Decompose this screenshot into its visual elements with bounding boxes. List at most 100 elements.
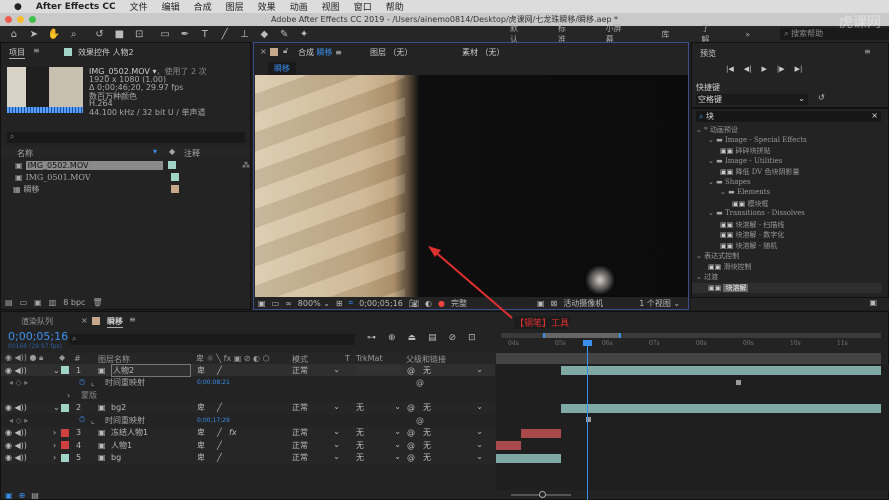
layer-name[interactable]: bg [111,453,121,462]
work-area-bar[interactable] [501,333,881,338]
settings-icon[interactable]: ▥ [49,298,57,307]
rectangle-icon[interactable]: ▭ [159,29,171,40]
menu-file[interactable]: 文件 [130,0,148,13]
tree-folder[interactable]: ⌄ ▬ Transitions - Dissolves [708,209,805,217]
first-frame-icon[interactable]: |◀ [726,65,734,73]
mode-dropdown[interactable]: 正常 ⌄ [292,365,340,376]
timeline-search-input[interactable]: ⌕ [69,334,355,345]
expand-chevron[interactable]: ⌄ [53,403,60,412]
project-item[interactable]: ▣ IMG_0501.MOV [1,171,179,183]
resolution-dropdown[interactable]: 完整 [451,298,531,309]
project-item[interactable]: ▣ IMG_0502.MOV ⁂ [1,159,250,171]
play-icon[interactable]: ▶ [762,65,767,73]
col-name[interactable]: 名称 [17,148,33,159]
menu-help[interactable]: 帮助 [386,0,404,13]
property-value[interactable]: 0;00;17;29 [197,417,230,424]
channel-icon[interactable]: ● [438,299,445,308]
trkmat-dropdown[interactable]: 无 ⌄ [356,440,401,451]
tree-folder[interactable]: ⌄ ▬ Image - Special Effects [708,136,807,144]
expand-chevron[interactable]: › [53,441,56,450]
layer-row[interactable]: ◉ ◀)) › 5 ▣ bg 卑 ╱ 正常 ⌄ 无 ⌄ @ 无 ⌄ [1,451,495,464]
tab-project[interactable]: 项目 [9,47,25,59]
tree-group[interactable]: ⌄ 过渡 [696,272,718,282]
stretch-toggle-icon[interactable]: ▤ [31,491,39,500]
tree-item[interactable]: ▣▣ 块溶解 - 扫描线 [720,220,784,230]
layer-name[interactable]: 人物2 [111,363,191,377]
pan-behind-icon[interactable]: ⊡ [133,29,145,40]
shy-switch-icon[interactable]: 卑 [197,402,205,413]
tree-folder[interactable]: ⌄ ▬ Shapes [708,178,751,186]
project-item[interactable]: ▦ 瞬移 [1,183,179,195]
eraser-icon[interactable]: ◆ [258,29,270,40]
interpret-footage-icon[interactable]: ▤ [5,298,13,307]
transparency-grid-icon[interactable]: ⊠ [551,299,558,308]
time-remap-row[interactable]: ◂ ◇ ▸ ⏱︎ ⌞ 时间重映射 0;00;08;21 @ [1,377,495,389]
tree-folder[interactable]: ⌄ ▬ Image - Utilities [708,157,782,165]
layer-duration-bar[interactable] [496,453,561,463]
pen-icon[interactable]: ✒ [179,29,191,40]
new-comp-icon[interactable]: ▣ [34,298,42,307]
tree-item[interactable]: ▣▣ 碎碎块拼贴 [720,146,770,156]
col-comment[interactable]: 注释 [184,148,200,159]
layer-name[interactable]: 人物1 [111,440,132,451]
shy-icon[interactable]: ⏏ [408,333,417,343]
camera-dropdown[interactable]: 活动摄像机 [563,298,633,309]
tab-timeline-comp[interactable]: 瞬移 [107,316,123,328]
monitor-icon[interactable]: ▭ [272,299,280,308]
layer-switches-toggle-icon[interactable]: ▣ [5,491,13,500]
sort-icon[interactable]: ▾ [153,147,157,156]
close-tab-icon[interactable]: × [81,316,88,325]
clear-search-icon[interactable]: × [871,111,878,120]
tab-render-queue[interactable]: 渲染队列 [21,316,53,327]
expand-chevron[interactable]: › [67,391,70,400]
label-swatch[interactable] [61,366,69,374]
shy-switch-icon[interactable]: 卑 [197,365,205,376]
shy-switch-icon[interactable]: 卑 [197,427,205,438]
pick-whip-icon[interactable]: @ [407,441,415,450]
layer-row[interactable]: ◉ ◀)) › 3 ▣ 冻结人物1 卑 ╱ fx 正常 ⌄ 无 ⌄ @ 无 ⌄ [1,426,495,439]
layer-row[interactable]: ◉ ◀)) ⌄ 1 ▣ 人物2 卑 ╱ 正常 ⌄ @ 无 ⌄ [1,363,495,377]
tab-layer[interactable]: 图层 （无） [370,47,413,58]
views-dropdown[interactable]: 1 个视图 ⌄ [639,298,680,309]
project-search-input[interactable]: ⌕ [7,132,245,143]
menu-effect[interactable]: 效果 [258,0,276,13]
visibility-icon[interactable]: ◉ ◀)) [5,441,27,450]
snapshot-icon[interactable]: 📷︎ [409,299,419,308]
tree-item[interactable]: ▣▣ 滑块控制 [708,262,751,272]
property-value[interactable]: 0;00;08;21 [197,379,230,386]
graph-editor-icon[interactable]: ⊡ [468,333,476,343]
label-swatch[interactable] [61,441,69,449]
mask-outline-icon[interactable]: ⌗ [349,298,354,308]
effects-search-input[interactable]: ⌕ 块 × [696,111,881,122]
keyframe[interactable] [736,379,741,385]
parent-dropdown[interactable]: 无 ⌄ [423,427,483,438]
close-tab-icon[interactable]: × [260,47,267,56]
tree-item[interactable]: ▣▣ 降低 DV 色块阴影量 [720,167,799,177]
motion-blur-icon[interactable]: ⊘ [449,333,457,343]
comp-breadcrumb[interactable]: 瞬移 [268,62,296,75]
panel-menu-icon[interactable]: ≡ [33,46,40,55]
last-frame-icon[interactable]: ▶| [795,65,803,73]
visibility-icon[interactable]: ◉ ◀)) [5,428,27,437]
tree-item[interactable]: ▣▣ 块溶解 [692,282,882,293]
pick-whip-icon[interactable]: @ [407,403,415,412]
minimize-window-button[interactable] [17,16,24,23]
current-time[interactable]: 0;00;05;16 [359,299,403,308]
region-icon[interactable]: ▣ [537,299,545,308]
panel-menu-icon[interactable]: ≡ [129,315,136,324]
brush-icon[interactable]: ╱ [219,29,231,40]
rotate-icon[interactable]: ↺ [94,29,106,40]
tab-effect-controls[interactable]: 效果控件 人物2 [78,47,134,58]
selection-icon[interactable]: ➤ [28,29,40,40]
shortcut-dropdown[interactable]: 空格键 ⌄ [696,94,808,105]
reset-icon[interactable]: ↺ [818,93,825,102]
show-snapshot-icon[interactable]: ◐ [425,299,432,308]
always-preview-icon[interactable]: ▣ [258,299,266,308]
close-window-button[interactable] [5,16,12,23]
label-icon[interactable]: ◆ [169,147,175,156]
expand-chevron[interactable]: › [53,453,56,462]
mode-dropdown[interactable]: 正常 ⌄ [292,427,340,438]
zoom-icon[interactable]: ⌕ [68,29,80,40]
menu-view[interactable]: 视图 [322,0,340,13]
parent-dropdown[interactable]: 无 ⌄ [423,402,483,413]
